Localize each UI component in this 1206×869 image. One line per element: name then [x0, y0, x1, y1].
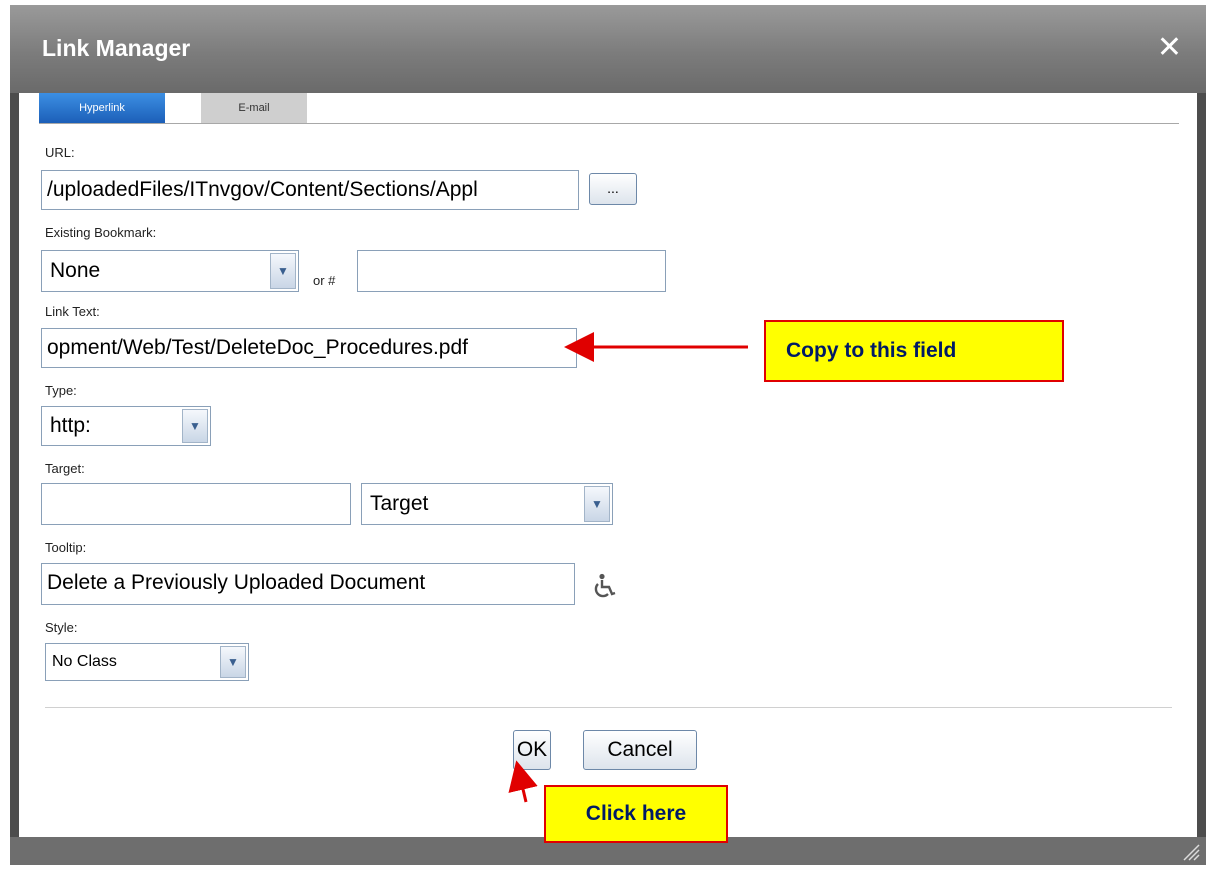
- click-arrow: [508, 760, 538, 803]
- annotation-arrows: [508, 332, 748, 803]
- callout-copy: Copy to this field: [764, 320, 1064, 382]
- callout-click: Click here: [544, 785, 728, 843]
